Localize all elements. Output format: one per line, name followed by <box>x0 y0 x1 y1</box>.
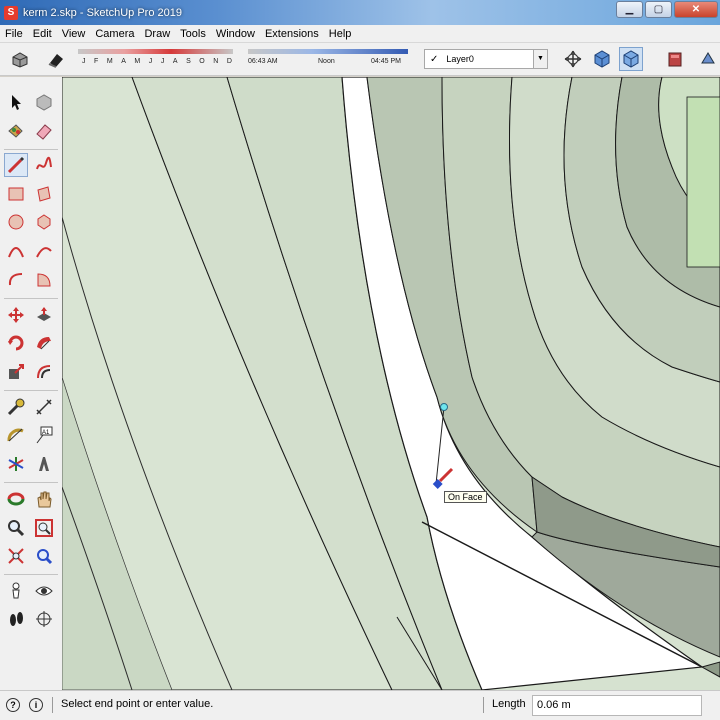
status-message: Select end point or enter value. <box>61 698 214 710</box>
select-icon-top[interactable] <box>8 47 32 71</box>
menu-file[interactable]: File <box>0 28 28 40</box>
paint-bucket-icon-left[interactable] <box>4 119 28 143</box>
month-label: M <box>106 58 113 65</box>
orbit-icon[interactable] <box>4 487 28 511</box>
month-label: A <box>121 58 126 65</box>
section-plane-icon-left[interactable] <box>32 607 56 631</box>
month-label: F <box>94 58 99 65</box>
two-point-arc-icon[interactable] <box>32 239 56 263</box>
menu-draw[interactable]: Draw <box>139 28 175 40</box>
zoom-extents-icon[interactable] <box>4 544 28 568</box>
layer-check-icon: ✓ <box>430 53 439 65</box>
position-camera-icon[interactable] <box>4 579 28 603</box>
menu-camera[interactable]: Camera <box>90 28 139 40</box>
zoom-window-icon[interactable] <box>32 516 56 540</box>
circle-icon[interactable] <box>4 210 28 234</box>
line-icon[interactable] <box>4 153 28 177</box>
eraser-icon[interactable] <box>32 119 56 143</box>
make-component-icon[interactable] <box>32 90 56 114</box>
section-plane-icon[interactable] <box>696 47 720 71</box>
tape-measure-icon[interactable] <box>4 395 28 419</box>
month-label: J <box>160 58 165 65</box>
scale-icon[interactable] <box>4 360 28 384</box>
month-label: M <box>134 58 141 65</box>
month-label: D <box>226 58 232 65</box>
freehand-icon[interactable] <box>32 153 56 177</box>
offset-icon[interactable] <box>32 360 56 384</box>
time-slider[interactable] <box>248 49 408 54</box>
inference-tooltip: On Face <box>444 491 487 503</box>
model-scene[interactable] <box>62 77 720 690</box>
paint-bucket-icon[interactable] <box>663 47 687 71</box>
iso-view-active-icon[interactable] <box>619 47 643 71</box>
svg-text:A1: A1 <box>42 430 50 436</box>
close-icon[interactable]: ✕ <box>674 1 718 18</box>
push-pull-icon[interactable] <box>32 303 56 327</box>
info-icon[interactable]: i <box>29 698 43 712</box>
three-point-arc-icon[interactable] <box>4 268 28 292</box>
3d-text-icon[interactable] <box>32 452 56 476</box>
month-label: J <box>148 58 153 65</box>
arc-icon[interactable] <box>4 239 28 263</box>
component-orbit-icon[interactable] <box>561 47 585 71</box>
month-label: N <box>213 58 219 65</box>
chevron-down-icon[interactable]: ▼ <box>533 50 547 68</box>
menu-bar: File Edit View Camera Draw Tools Window … <box>0 25 720 43</box>
time-start-label: 06:43 AM <box>248 58 278 65</box>
left-toolbar: A1 <box>0 77 62 690</box>
title-bar: S kerm 2.skp - SketchUp Pro 2019 ▁ ▢ ✕ <box>0 0 720 25</box>
drawing-viewport[interactable]: On Face <box>62 77 720 690</box>
geo-location-icon[interactable]: ? <box>6 698 20 712</box>
month-label: A <box>172 58 178 65</box>
month-label: S <box>186 58 191 65</box>
text-icon[interactable]: A1 <box>32 423 56 447</box>
previous-view-icon[interactable] <box>32 544 56 568</box>
rotate-icon[interactable] <box>4 331 28 355</box>
select-icon[interactable] <box>4 90 28 114</box>
month-label: O <box>199 58 205 65</box>
shadow-settings: J F M A M J J A S O N D 06:43 AM Noon 04… <box>78 46 408 72</box>
menu-edit[interactable]: Edit <box>28 28 57 40</box>
menu-view[interactable]: View <box>57 28 91 40</box>
pan-icon[interactable] <box>32 487 56 511</box>
protractor-icon[interactable] <box>4 423 28 447</box>
distant-face <box>686 96 720 268</box>
window-title: kerm 2.skp - SketchUp Pro 2019 <box>23 6 182 19</box>
measurements-label: Length <box>492 698 526 710</box>
month-labels: J F M A M J J A S O N D <box>82 58 232 65</box>
measurements-input[interactable]: 0.06 m <box>532 695 702 716</box>
status-bar: ? i Select end point or enter value. Len… <box>0 690 720 720</box>
iso-view-icon[interactable] <box>590 47 614 71</box>
zoom-icon[interactable] <box>4 516 28 540</box>
eraser-icon-top[interactable] <box>44 47 68 71</box>
menu-tools[interactable]: Tools <box>175 28 211 40</box>
follow-me-icon[interactable] <box>32 331 56 355</box>
minimize-icon[interactable]: ▁ <box>616 1 643 18</box>
time-end-label: 04:45 PM <box>371 58 401 65</box>
time-mid-label: Noon <box>318 58 335 65</box>
pie-icon[interactable] <box>32 268 56 292</box>
menu-extensions[interactable]: Extensions <box>260 28 324 40</box>
menu-window[interactable]: Window <box>211 28 260 40</box>
top-toolbar: J F M A M J J A S O N D 06:43 AM Noon 04… <box>0 43 720 76</box>
month-slider[interactable] <box>78 49 233 54</box>
move-icon[interactable] <box>4 303 28 327</box>
maximize-icon[interactable]: ▢ <box>645 1 672 18</box>
layer-dropdown[interactable]: ✓ Layer0 ▼ <box>424 49 548 69</box>
endpoint-marker <box>440 403 448 411</box>
layer-name: Layer0 <box>446 54 474 64</box>
sketchup-logo-icon: S <box>4 5 18 20</box>
rotated-rectangle-icon[interactable] <box>32 182 56 206</box>
look-around-icon[interactable] <box>32 579 56 603</box>
dimension-icon[interactable] <box>32 395 56 419</box>
polygon-icon[interactable] <box>32 210 56 234</box>
walk-icon[interactable] <box>4 607 28 631</box>
axes-icon[interactable] <box>4 452 28 476</box>
month-label: J <box>82 58 86 65</box>
menu-help[interactable]: Help <box>324 28 357 40</box>
rectangle-icon[interactable] <box>4 182 28 206</box>
